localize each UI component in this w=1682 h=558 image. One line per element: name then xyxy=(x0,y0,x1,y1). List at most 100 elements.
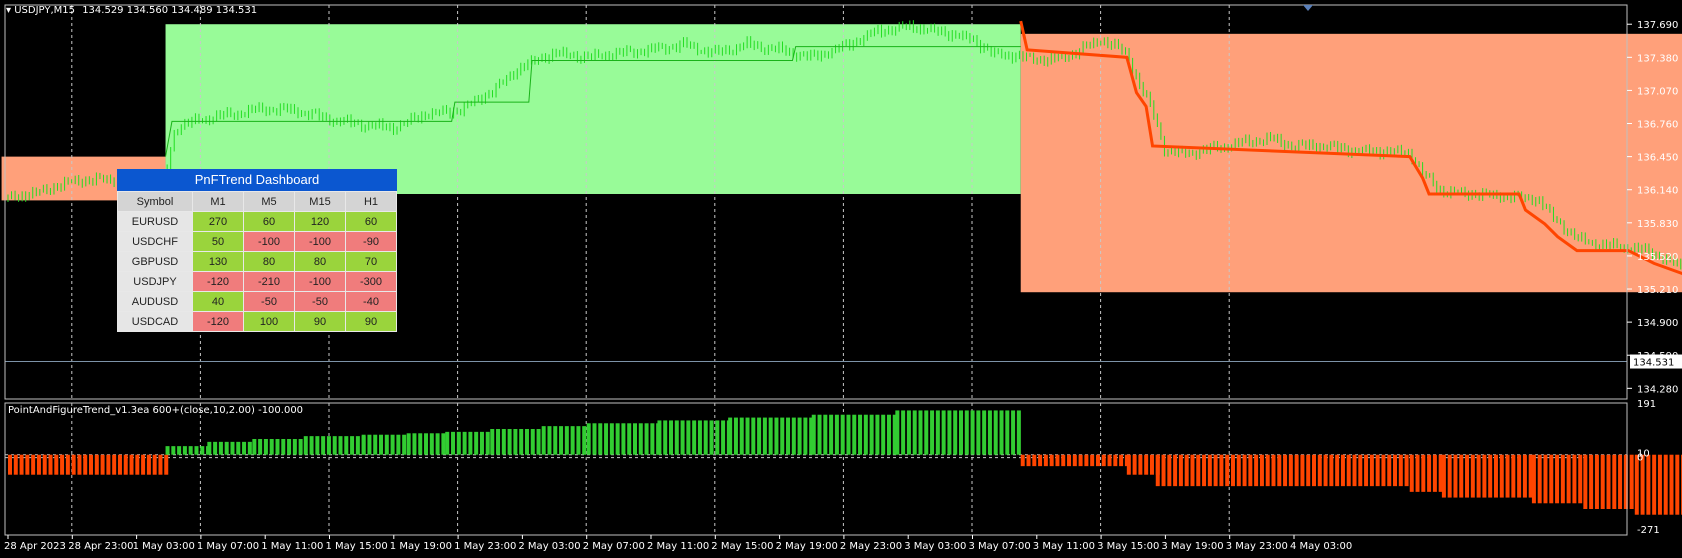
dashboard-symbol: USDCAD xyxy=(117,311,193,332)
histogram-bar xyxy=(1634,454,1639,515)
histogram-bar xyxy=(269,439,274,455)
histogram-bar xyxy=(1323,454,1328,487)
histogram-bar xyxy=(686,420,691,455)
histogram-bar xyxy=(1543,454,1548,504)
histogram-bar xyxy=(751,417,756,455)
dashboard-value: 90 xyxy=(294,311,346,332)
dashboard-symbol: AUDUSD xyxy=(117,291,193,312)
histogram-bar xyxy=(627,423,632,455)
histogram-bar xyxy=(817,414,822,455)
histogram-bar xyxy=(1488,454,1493,498)
histogram-bar xyxy=(117,454,122,475)
histogram-bar xyxy=(355,436,360,455)
histogram-bar xyxy=(906,410,911,455)
histogram-bar xyxy=(1549,454,1554,504)
histogram-bar xyxy=(213,441,218,455)
histogram-bar xyxy=(71,454,76,475)
histogram-bar xyxy=(65,454,70,475)
histogram-bar xyxy=(638,423,643,455)
histogram-bar xyxy=(496,429,501,455)
histogram-bar xyxy=(669,420,674,455)
dashboard-value: -120 xyxy=(192,271,244,292)
histogram-bar xyxy=(1288,454,1293,487)
histogram-bar xyxy=(25,454,30,475)
histogram-bar xyxy=(451,431,456,455)
histogram-bar xyxy=(1476,454,1481,498)
dashboard-value: 80 xyxy=(243,251,295,272)
histogram-bar xyxy=(829,414,834,455)
histogram-bar xyxy=(1583,454,1588,509)
histogram-bar xyxy=(1421,454,1426,492)
histogram-bar xyxy=(100,454,105,475)
histogram-bar xyxy=(338,436,343,455)
histogram-bar xyxy=(1259,454,1264,487)
chart-info-bar: ▾ USDJPY,M15 134.529 134.560 134.489 134… xyxy=(6,5,257,16)
histogram-bar xyxy=(1277,454,1282,487)
histogram-bar xyxy=(135,454,140,475)
histogram-bar xyxy=(1499,454,1504,498)
histogram-bar xyxy=(152,454,157,475)
price-tick-label: 135.830 xyxy=(1637,219,1678,230)
dashboard-value: -90 xyxy=(345,231,397,252)
histogram-bar xyxy=(164,454,169,475)
histogram-bar xyxy=(1669,454,1674,515)
histogram-bar xyxy=(19,454,24,475)
histogram-bar xyxy=(1594,454,1599,509)
dashboard-row: USDCHF 50 -100 -100 -90 xyxy=(117,231,397,252)
histogram-bar xyxy=(412,433,417,455)
histogram-bar xyxy=(321,436,326,455)
histogram-bar xyxy=(1038,454,1043,467)
histogram-bar xyxy=(1415,454,1420,492)
histogram-bar xyxy=(129,454,134,475)
histogram-bar xyxy=(1011,410,1016,455)
histogram-bar xyxy=(77,454,82,475)
histogram-bar xyxy=(424,433,429,455)
histogram-bar xyxy=(13,454,18,475)
histogram-bar xyxy=(976,410,981,455)
histogram-bar xyxy=(182,446,187,455)
histogram-bar xyxy=(513,429,518,455)
histogram-bar xyxy=(1067,454,1072,467)
histogram-bar xyxy=(728,417,733,455)
histogram-bar xyxy=(1126,454,1131,475)
dropdown-triangle-icon[interactable]: ▾ xyxy=(6,5,11,16)
histogram-bar xyxy=(570,426,575,455)
histogram-bar xyxy=(165,446,170,455)
histogram-bar xyxy=(418,433,423,455)
histogram-bar xyxy=(1149,454,1154,475)
histogram-bar xyxy=(158,454,163,475)
histogram-bar xyxy=(1640,454,1645,515)
histogram-bar xyxy=(657,420,662,455)
price-tick-label: 136.760 xyxy=(1637,120,1678,131)
histogram-bar xyxy=(31,454,36,475)
histogram-bar xyxy=(1090,454,1095,467)
histogram-bar xyxy=(1061,454,1066,467)
histogram-bar xyxy=(1364,454,1369,487)
price-tick-label: 135.210 xyxy=(1637,285,1678,296)
histogram-bar xyxy=(586,423,591,455)
histogram-bar xyxy=(1335,454,1340,487)
histogram-bar xyxy=(1043,454,1048,467)
histogram-bar xyxy=(242,441,247,455)
time-tick-label: 2 May 11:00 xyxy=(647,541,709,552)
histogram-bar xyxy=(559,426,564,455)
histogram-bar xyxy=(445,431,450,455)
dashboard-value: -210 xyxy=(243,271,295,292)
histogram-bar xyxy=(303,436,308,455)
histogram-bar xyxy=(54,454,59,475)
histogram-bar xyxy=(1375,454,1380,487)
histogram-bar xyxy=(1049,454,1054,467)
histogram-bar xyxy=(650,423,655,455)
histogram-bar xyxy=(8,454,12,475)
histogram-bar xyxy=(1537,454,1542,504)
histogram-bar xyxy=(901,410,906,455)
dashboard-symbol: USDJPY xyxy=(117,271,193,292)
histogram-bar xyxy=(1578,454,1583,504)
price-tick-label: 135.520 xyxy=(1637,252,1678,263)
histogram-bar xyxy=(524,429,529,455)
histogram-bar xyxy=(367,434,372,455)
ohlc-values: 134.529 134.560 134.489 134.531 xyxy=(82,5,258,16)
histogram-bar xyxy=(507,429,512,455)
indicator-tick-label: 191 xyxy=(1637,399,1656,410)
time-tick-label: 3 May 11:00 xyxy=(1033,541,1095,552)
